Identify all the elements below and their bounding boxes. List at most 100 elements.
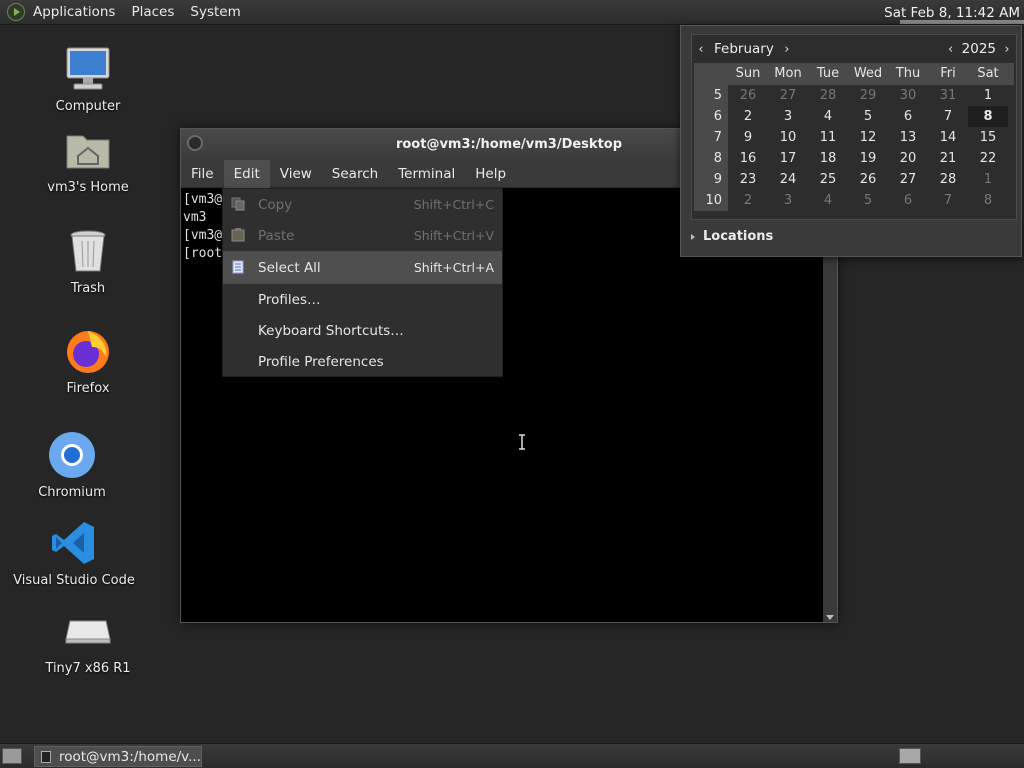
calendar-day[interactable]: 10 xyxy=(768,127,808,148)
menu-item-accelerator: Shift+Ctrl+A xyxy=(413,260,494,275)
calendar-day[interactable]: 3 xyxy=(768,190,808,211)
menu-item-profiles[interactable]: Profiles… xyxy=(223,284,502,315)
calendar-popup: ‹ February › ‹ 2025 › Sun Mon Tue Wed Th… xyxy=(680,25,1022,257)
calendar-day[interactable]: 9 xyxy=(728,127,768,148)
calendar-day[interactable]: 13 xyxy=(888,127,928,148)
menu-item-paste[interactable]: Paste Shift+Ctrl+V xyxy=(223,220,502,251)
week-number: 10 xyxy=(694,190,728,211)
menu-item-profile-preferences[interactable]: Profile Preferences xyxy=(223,346,502,377)
calendar-day[interactable]: 16 xyxy=(728,148,768,169)
calendar-day[interactable]: 7 xyxy=(928,106,968,127)
desktop-icon-trash[interactable]: Trash xyxy=(28,227,148,296)
calendar-day[interactable]: 6 xyxy=(888,106,928,127)
calendar-day[interactable]: 20 xyxy=(888,148,928,169)
locations-expander[interactable]: Locations xyxy=(691,229,773,244)
calendar-day[interactable]: 30 xyxy=(888,85,928,106)
calendar-week-row: 10 2 3 4 5 6 7 8 xyxy=(694,190,1014,211)
day-header: Fri xyxy=(940,66,956,81)
desktop-icon-home[interactable]: vm3's Home xyxy=(28,126,148,195)
taskbar-button-label: root@vm3:/home/v... xyxy=(58,748,201,765)
calendar-day[interactable]: 1 xyxy=(968,85,1008,106)
calendar-day[interactable]: 5 xyxy=(848,190,888,211)
menu-help[interactable]: Help xyxy=(465,160,516,188)
menu-item-label: Keyboard Shortcuts… xyxy=(258,322,404,339)
calendar-day[interactable]: 23 xyxy=(728,169,768,190)
calendar-day[interactable]: 21 xyxy=(928,148,968,169)
menu-terminal[interactable]: Terminal xyxy=(388,160,465,188)
calendar-day[interactable]: 27 xyxy=(888,169,928,190)
next-month-icon[interactable]: › xyxy=(780,42,794,57)
calendar-day[interactable]: 28 xyxy=(928,169,968,190)
calendar-day[interactable]: 1 xyxy=(968,169,1008,190)
desktop-icon-label: Computer xyxy=(55,99,121,114)
calendar-day[interactable]: 29 xyxy=(848,85,888,106)
calendar-day[interactable]: 7 xyxy=(928,190,968,211)
menu-edit[interactable]: Edit xyxy=(223,159,270,188)
calendar-grid: Sun Mon Tue Wed Thu Fri Sat 5 26 27 28 2… xyxy=(694,63,1014,211)
next-year-icon[interactable]: › xyxy=(1000,42,1014,57)
edit-menu-dropdown: Copy Shift+Ctrl+C Paste Shift+Ctrl+V Sel… xyxy=(222,188,503,377)
calendar-day[interactable]: 2 xyxy=(728,190,768,211)
home-folder-icon xyxy=(64,126,112,174)
drive-icon xyxy=(64,607,112,655)
menu-item-accelerator: Shift+Ctrl+C xyxy=(413,197,494,212)
calendar-day[interactable]: 28 xyxy=(808,85,848,106)
week-number: 6 xyxy=(694,106,728,127)
menu-item-copy[interactable]: Copy Shift+Ctrl+C xyxy=(223,189,502,220)
desktop-icon-label: Firefox xyxy=(66,381,110,396)
calendar-day[interactable]: 4 xyxy=(808,106,848,127)
workspace-switcher[interactable] xyxy=(899,748,921,764)
calendar-week-row: 8 16 17 18 19 20 21 22 xyxy=(694,148,1014,169)
desktop-icon-firefox[interactable]: Firefox xyxy=(28,327,148,396)
calendar-day[interactable]: 2 xyxy=(728,106,768,127)
chromium-icon xyxy=(48,431,96,479)
calendar-day[interactable]: 26 xyxy=(728,85,768,106)
calendar-day[interactable]: 26 xyxy=(848,169,888,190)
applications-menu[interactable]: Applications xyxy=(0,0,123,25)
prev-month-icon[interactable]: ‹ xyxy=(694,42,708,57)
desktop-icon-vscode[interactable]: Visual Studio Code xyxy=(13,519,135,588)
text-cursor-icon xyxy=(519,434,525,450)
week-number: 9 xyxy=(694,169,728,190)
system-menu[interactable]: System xyxy=(182,0,248,25)
firefox-icon xyxy=(64,327,112,375)
calendar-day[interactable]: 31 xyxy=(928,85,968,106)
prev-year-icon[interactable]: ‹ xyxy=(944,42,958,57)
calendar-day[interactable]: 15 xyxy=(968,127,1008,148)
window-close-icon[interactable] xyxy=(187,135,203,151)
calendar-day[interactable]: 24 xyxy=(768,169,808,190)
day-header: Sat xyxy=(977,66,999,81)
places-menu[interactable]: Places xyxy=(123,0,182,25)
desktop-icon-chromium[interactable]: Chromium xyxy=(12,431,132,500)
vscode-icon xyxy=(50,519,98,567)
desktop-icon-label: Visual Studio Code xyxy=(13,573,135,588)
calendar-day[interactable]: 25 xyxy=(808,169,848,190)
calendar-day[interactable]: 11 xyxy=(808,127,848,148)
menu-view[interactable]: View xyxy=(270,160,322,188)
scroll-down-icon[interactable] xyxy=(826,615,834,620)
show-desktop-icon[interactable] xyxy=(2,748,22,764)
calendar-day[interactable]: 19 xyxy=(848,148,888,169)
calendar-day[interactable]: 6 xyxy=(888,190,928,211)
calendar-day[interactable]: 22 xyxy=(968,148,1008,169)
calendar-day[interactable]: 8 xyxy=(968,190,1008,211)
year-navigator: ‹ 2025 › xyxy=(944,39,1014,59)
taskbar-button-terminal[interactable]: root@vm3:/home/v... xyxy=(34,746,202,767)
menu-file[interactable]: File xyxy=(181,160,224,188)
menu-item-keyboard-shortcuts[interactable]: Keyboard Shortcuts… xyxy=(223,315,502,346)
calendar-day[interactable]: 5 xyxy=(848,106,888,127)
calendar-day[interactable]: 18 xyxy=(808,148,848,169)
desktop-icon-computer[interactable]: Computer xyxy=(28,45,148,114)
menu-item-select-all[interactable]: Select All Shift+Ctrl+A xyxy=(223,252,502,283)
calendar-day[interactable]: 14 xyxy=(928,127,968,148)
calendar-day[interactable]: 4 xyxy=(808,190,848,211)
day-header: Thu xyxy=(895,66,921,81)
menu-search[interactable]: Search xyxy=(322,160,388,188)
calendar-day-today[interactable]: 8 xyxy=(968,106,1008,127)
calendar-day[interactable]: 3 xyxy=(768,106,808,127)
calendar-day[interactable]: 27 xyxy=(768,85,808,106)
select-all-icon xyxy=(232,260,244,274)
calendar-day[interactable]: 12 xyxy=(848,127,888,148)
desktop-icon-drive[interactable]: Tiny7 x86 R1 xyxy=(28,607,148,676)
calendar-day[interactable]: 17 xyxy=(768,148,808,169)
